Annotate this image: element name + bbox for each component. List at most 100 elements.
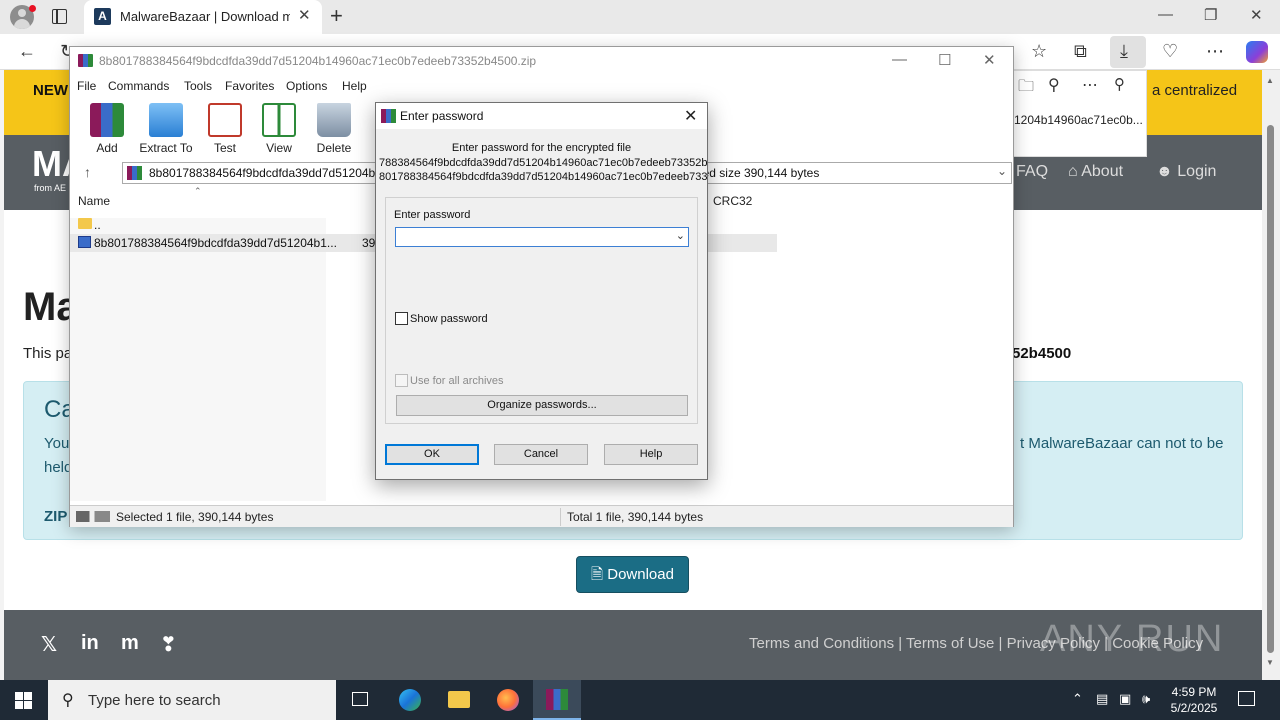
menu-help[interactable]: Help (342, 79, 367, 93)
clock-time: 4:59 PM (1171, 685, 1217, 699)
downloads-flyout: 🗀 ⚲ ⋯ ⚲ 1204b14960ac71ec0b... (1013, 70, 1147, 157)
copilot-icon[interactable] (1246, 41, 1268, 63)
windows-start-icon[interactable] (15, 692, 32, 709)
file-explorer-icon[interactable] (435, 680, 483, 720)
more-options-icon[interactable]: ⋯ (1082, 75, 1098, 95)
scroll-up-icon[interactable]: ▲ (1266, 76, 1274, 85)
help-button[interactable]: Help (604, 444, 698, 465)
more-icon[interactable]: ⋯ (1206, 40, 1224, 62)
column-name-header[interactable]: Name (78, 194, 110, 208)
edge-icon[interactable] (386, 680, 434, 720)
tab-actions-icon[interactable] (52, 9, 67, 24)
view-button[interactable]: View (249, 103, 309, 155)
open-folder-icon[interactable]: 🗀 (1018, 75, 1034, 102)
nav-faq[interactable]: FAQ (1016, 163, 1048, 181)
chevron-down-icon[interactable]: ⌄ (997, 164, 1007, 178)
menu-favorites[interactable]: Favorites (225, 79, 274, 93)
winrar-maximize-button[interactable]: ☐ (938, 51, 951, 69)
browser-minimize-button[interactable]: — (1158, 6, 1173, 23)
dialog-close-icon[interactable]: ✕ (684, 106, 697, 126)
encrypted-filename-line2: 801788384564f9bdcdfda39dd7d51204b14960ac… (379, 171, 707, 183)
add-label: Add (96, 141, 118, 155)
winrar-titlebar[interactable]: 8b801788384564f9bdcdfda39dd7d51204b14960… (70, 47, 1013, 75)
malwarebazaar-favicon-icon: A (94, 8, 111, 25)
scroll-thumb[interactable] (1267, 125, 1274, 653)
task-view-icon[interactable] (336, 680, 384, 720)
infobox-text-right: t MalwareBazaar can not to be (1020, 435, 1224, 452)
nav-login[interactable]: ☻ Login (1156, 163, 1216, 181)
column-crc32-header[interactable]: CRC32 (713, 194, 752, 208)
scroll-down-icon[interactable]: ▼ (1266, 658, 1274, 667)
nav-about[interactable]: ⌂ About (1068, 163, 1123, 181)
pin-icon[interactable]: ⚲ (1114, 75, 1125, 93)
tray-device-icon[interactable]: ▤ (1096, 691, 1108, 707)
drive-status-icon (76, 511, 110, 522)
cancel-button[interactable]: Cancel (494, 444, 588, 465)
x-twitter-icon[interactable]: 𝕏 (41, 632, 57, 657)
taskbar-search-box[interactable]: ⚲ Type here to search (48, 680, 336, 720)
browser-restore-button[interactable]: ❐ (1204, 6, 1217, 24)
up-folder-icon[interactable]: ↑ (84, 164, 91, 180)
search-icon: ⚲ (62, 692, 74, 709)
winrar-taskbar-icon[interactable] (533, 680, 581, 720)
taskbar-search-placeholder: Type here to search (88, 692, 221, 709)
linkedin-icon[interactable]: in (81, 632, 99, 655)
browser-tab[interactable]: A MalwareBazaar | Download malware ✕ (84, 0, 322, 34)
use-for-all-archives-checkbox: Use for all archives (395, 374, 504, 387)
mastodon-icon[interactable]: m (121, 632, 139, 655)
notification-icon[interactable] (1238, 691, 1255, 706)
tray-chevron-up-icon[interactable]: ⌃ (1072, 691, 1083, 707)
password-input[interactable] (398, 229, 668, 245)
tab-title: MalwareBazaar | Download malware (120, 9, 290, 24)
winrar-close-button[interactable]: ✕ (983, 51, 996, 69)
page-scrollbar[interactable]: ▲ ▼ (1262, 70, 1280, 680)
winrar-statusbar: Selected 1 file, 390,144 bytes Total 1 f… (70, 505, 1013, 527)
nav-login-label: Login (1177, 163, 1217, 180)
ok-button[interactable]: OK (385, 444, 479, 465)
winrar-minimize-button[interactable]: — (892, 51, 907, 68)
winrar-app-icon (381, 109, 396, 123)
browser-close-button[interactable]: ✕ (1250, 6, 1263, 24)
password-combobox[interactable]: ⌄ (395, 227, 689, 247)
delete-trash-icon (317, 103, 351, 137)
firefox-icon[interactable] (484, 680, 532, 720)
banner-text: a centralized (1152, 82, 1238, 99)
archive-icon (127, 166, 142, 180)
winrar-menubar: File Commands Tools Favorites Options He… (70, 77, 1013, 97)
chevron-down-icon[interactable]: ⌄ (676, 229, 685, 242)
view-label: View (266, 141, 292, 155)
show-password-checkbox[interactable]: Show password (395, 312, 488, 325)
new-tab-button[interactable]: + (330, 3, 343, 29)
download-item-name[interactable]: 1204b14960ac71ec0b... (1014, 113, 1143, 127)
checkbox-box[interactable] (395, 312, 408, 325)
dialog-titlebar[interactable]: Enter password ✕ (376, 103, 707, 129)
delete-label: Delete (316, 141, 352, 155)
downloads-icon: ⤓ (1120, 41, 1128, 61)
download-button[interactable]: 🗎 Download (576, 556, 689, 593)
browser-essentials-icon[interactable]: ♡ (1162, 40, 1178, 62)
collections-icon[interactable]: ⧉ (1074, 40, 1087, 62)
test-button[interactable]: Test (195, 103, 255, 155)
dialog-prompt: Enter password for the encrypted file (451, 142, 632, 154)
menu-options[interactable]: Options (286, 79, 327, 93)
menu-file[interactable]: File (77, 79, 96, 93)
volume-icon[interactable]: 🕪 (1142, 691, 1150, 707)
back-icon[interactable]: ← (18, 40, 36, 62)
add-button[interactable]: Add (77, 103, 137, 155)
bluesky-icon[interactable]: ❣ (160, 632, 177, 657)
menu-commands[interactable]: Commands (108, 79, 169, 93)
favorites-icon[interactable]: ☆ (1031, 40, 1047, 62)
delete-button[interactable]: Delete (304, 103, 364, 155)
extract-to-button[interactable]: Extract To (136, 103, 196, 155)
search-icon[interactable]: ⚲ (1048, 75, 1060, 95)
dialog-title: Enter password (400, 109, 484, 123)
list-item-size: 39 (362, 236, 376, 250)
taskbar-clock[interactable]: 4:59 PM 5/2/2025 (1168, 684, 1220, 716)
downloads-button[interactable]: ⤓ (1110, 36, 1146, 68)
tab-close-icon[interactable]: ✕ (298, 6, 311, 24)
menu-tools[interactable]: Tools (184, 79, 212, 93)
organize-passwords-button[interactable]: Organize passwords... (396, 395, 688, 416)
network-icon[interactable]: ▣ (1119, 691, 1131, 707)
site-footer: 𝕏 in m ❣ Terms and Conditions | Terms of… (4, 610, 1262, 680)
status-selected: Selected 1 file, 390,144 bytes (116, 510, 274, 524)
